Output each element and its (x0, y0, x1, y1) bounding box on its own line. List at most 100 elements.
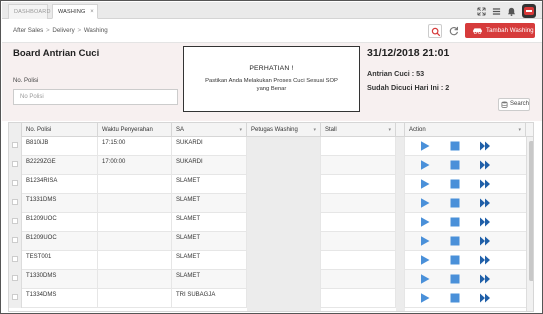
add-washing-label: Tambah Washing (486, 27, 534, 34)
stop-icon[interactable] (449, 273, 461, 285)
column-header-petugas[interactable]: Petugas Washing ▾ (247, 123, 321, 137)
cell-stall (321, 213, 396, 232)
grid-header: No. Polisi Waktu Penyerahan SA ▾ Petugas … (9, 123, 533, 137)
tab-washing[interactable]: WASHING × (52, 4, 98, 19)
stop-icon[interactable] (449, 292, 461, 304)
play-icon[interactable] (419, 178, 431, 190)
fast-forward-icon[interactable] (479, 159, 491, 171)
nopol-input[interactable]: No Polisi (13, 89, 178, 105)
breadcrumb-item-delivery[interactable]: Delivery (52, 27, 74, 34)
column-header-label: Waktu Penyerahan (102, 127, 153, 133)
close-tab-icon[interactable]: × (90, 5, 94, 19)
table-row[interactable]: B1209UOC SLAMET (9, 232, 533, 251)
add-washing-button[interactable]: Tambah Washing (465, 23, 535, 38)
notice-message: Pastikan Anda Melakukan Proses Cuci Sesu… (205, 78, 338, 92)
row-checkbox[interactable] (12, 180, 18, 186)
fast-forward-icon[interactable] (479, 216, 491, 228)
cell-sa: TRI SUBAGJA (172, 289, 247, 308)
column-header-label: Stall (325, 127, 337, 133)
row-checkbox[interactable] (12, 218, 18, 224)
column-header-nopol[interactable]: No. Polisi (22, 123, 98, 137)
chevron-down-icon[interactable]: ▾ (518, 123, 521, 137)
play-icon[interactable] (419, 292, 431, 304)
cell-nopol: B1209UOC (22, 232, 98, 251)
table-row[interactable]: T1330DMS SLAMET (9, 270, 533, 289)
cell-waktu (98, 251, 172, 270)
play-icon[interactable] (419, 159, 431, 171)
user-avatar[interactable] (522, 4, 536, 18)
cell-nopol: T1334DMS (22, 289, 98, 308)
fast-forward-icon[interactable] (479, 235, 491, 247)
expand-icon[interactable] (477, 6, 486, 16)
breadcrumb-item-washing: Washing (83, 27, 108, 34)
table-row[interactable]: TEST001 SLAMET (9, 251, 533, 270)
bell-icon[interactable] (507, 7, 516, 16)
notice-title: PERHATIAN ! (249, 65, 294, 72)
breadcrumb-item-after-sales[interactable]: After Sales (13, 27, 43, 34)
fast-forward-icon[interactable] (479, 273, 491, 285)
cell-waktu (98, 194, 172, 213)
play-icon[interactable] (419, 197, 431, 209)
row-action-group (419, 197, 499, 210)
row-gap-cell (396, 270, 405, 289)
stop-icon[interactable] (449, 197, 461, 209)
table-row[interactable]: T1331DMS SLAMET (9, 194, 533, 213)
stop-icon[interactable] (449, 254, 461, 266)
table-row[interactable]: B1209UOC SLAMET (9, 213, 533, 232)
row-gap-cell (396, 137, 405, 156)
fast-forward-icon[interactable] (479, 140, 491, 152)
stop-icon[interactable] (449, 159, 461, 171)
fast-forward-icon[interactable] (479, 178, 491, 190)
column-header-waktu[interactable]: Waktu Penyerahan (98, 123, 172, 137)
row-checkbox[interactable] (12, 294, 18, 300)
refresh-button[interactable] (447, 24, 461, 38)
search-toggle-button[interactable] (428, 24, 442, 38)
row-checkbox[interactable] (12, 199, 18, 205)
table-row[interactable]: B1234RISA SLAMET (9, 175, 533, 194)
stop-icon[interactable] (449, 178, 461, 190)
play-icon[interactable] (419, 273, 431, 285)
row-checkbox[interactable] (12, 237, 18, 243)
cell-sa: SLAMET (172, 270, 247, 289)
chevron-down-icon[interactable]: ▾ (313, 123, 316, 137)
vertical-scrollbar[interactable] (526, 137, 533, 311)
play-icon[interactable] (419, 235, 431, 247)
fast-forward-icon[interactable] (479, 292, 491, 304)
header-checkbox-cell (9, 123, 22, 137)
list-icon[interactable] (492, 7, 501, 16)
tab-dashboard[interactable]: DASHBOARD (8, 4, 50, 19)
column-header-sa[interactable]: SA ▾ (172, 123, 247, 137)
stop-icon[interactable] (449, 235, 461, 247)
column-header-label: Action (409, 127, 426, 133)
search-button[interactable]: Search (498, 98, 530, 111)
cell-sa: SLAMET (172, 194, 247, 213)
table-row[interactable]: B810iJB 17:15:00 SUKARDI (9, 137, 533, 156)
current-datetime: 31/12/2018 21:01 (367, 47, 450, 59)
play-icon[interactable] (419, 254, 431, 266)
cell-petugas (247, 137, 321, 156)
queue-count: Antrian Cuci : 53 (367, 69, 425, 78)
scrollbar-thumb[interactable] (529, 141, 533, 281)
row-checkbox-cell (9, 251, 22, 270)
chevron-down-icon[interactable]: ▾ (239, 123, 242, 137)
row-checkbox[interactable] (12, 161, 18, 167)
row-checkbox[interactable] (12, 142, 18, 148)
table-row[interactable]: B2229ZGE 17:00:00 SUKARDI (9, 156, 533, 175)
column-header-action[interactable]: Action ▾ (405, 123, 526, 137)
cell-nopol: TEST001 (22, 251, 98, 270)
cell-nopol: T1330DMS (22, 270, 98, 289)
stop-icon[interactable] (449, 216, 461, 228)
table-row[interactable]: T1334DMS TRI SUBAGJA (9, 289, 533, 308)
cell-sa: SLAMET (172, 251, 247, 270)
row-gap-cell (396, 213, 405, 232)
row-checkbox[interactable] (12, 275, 18, 281)
cell-waktu (98, 175, 172, 194)
play-icon[interactable] (419, 216, 431, 228)
row-checkbox[interactable] (12, 256, 18, 262)
chevron-down-icon[interactable]: ▾ (388, 123, 391, 137)
play-icon[interactable] (419, 140, 431, 152)
fast-forward-icon[interactable] (479, 197, 491, 209)
column-header-stall[interactable]: Stall ▾ (321, 123, 396, 137)
stop-icon[interactable] (449, 140, 461, 152)
fast-forward-icon[interactable] (479, 254, 491, 266)
